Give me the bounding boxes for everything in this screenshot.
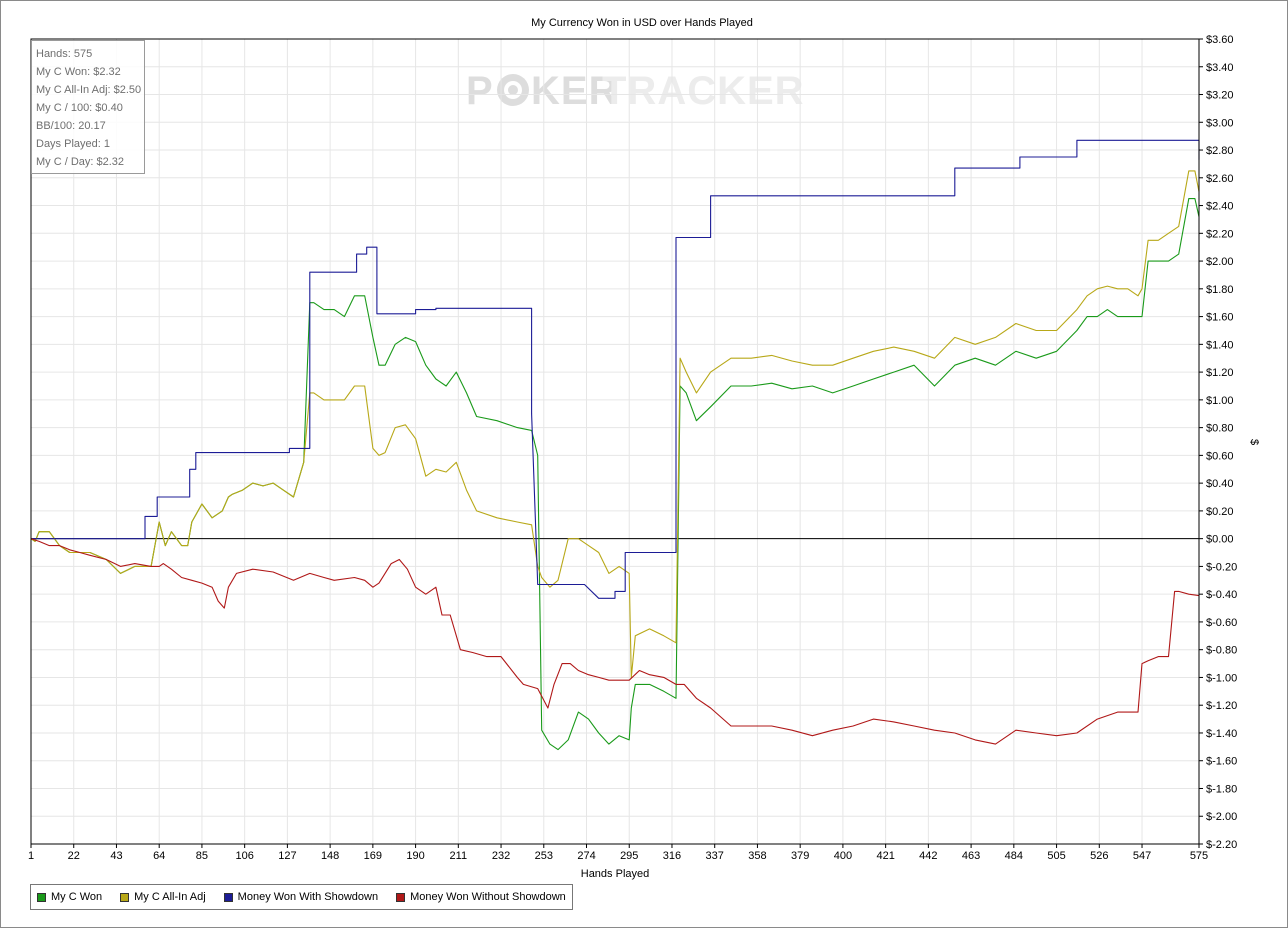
legend-label: Money Won With Showdown: [237, 891, 379, 903]
y-tick-label: $-1.40: [1206, 728, 1237, 740]
y-tick-label: $1.80: [1206, 284, 1234, 296]
y-tick-label: $2.40: [1206, 201, 1234, 213]
y-axis-label: $: [1248, 439, 1260, 445]
stat-hands: Hands: 575: [36, 48, 93, 60]
y-tick-label: $-0.20: [1206, 561, 1237, 573]
y-tick-label: $3.00: [1206, 117, 1234, 129]
y-tick-label: $0.00: [1206, 534, 1234, 546]
legend-item-without-showdown: Money Won Without Showdown: [396, 891, 566, 903]
x-tick-label: 274: [577, 850, 595, 862]
x-tick-label: 358: [748, 850, 766, 862]
y-tick-label: $-1.00: [1206, 672, 1237, 684]
y-tick-label: $1.40: [1206, 339, 1234, 351]
y-tick-label: $1.20: [1206, 367, 1234, 379]
legend: My C Won My C All-In Adj Money Won With …: [30, 884, 573, 910]
y-tick-label: $2.00: [1206, 256, 1234, 268]
x-tick-label: 316: [663, 850, 681, 862]
y-tick-label: $-0.80: [1206, 645, 1237, 657]
legend-item-c-won: My C Won: [37, 891, 102, 903]
y-tick-label: $-0.40: [1206, 589, 1237, 601]
y-tick-label: $-2.20: [1206, 839, 1237, 851]
watermark-text-right: TRACKER: [602, 69, 805, 113]
x-axis-label: Hands Played: [581, 868, 650, 880]
stat-bb-100: BB/100: 20.17: [36, 120, 106, 132]
x-tick-label: 106: [235, 850, 253, 862]
x-tick-label: 232: [492, 850, 510, 862]
legend-label: My C All-In Adj: [134, 891, 206, 903]
legend-item-allin-adj: My C All-In Adj: [120, 891, 206, 903]
x-tick-label: 442: [919, 850, 937, 862]
legend-swatch-icon: [396, 892, 406, 902]
y-axis: $3.60 $3.40 $3.20 $3.00 $2.80 $2.60 $2.40 $2.20…: [1199, 34, 1237, 851]
x-tick-label: 526: [1090, 850, 1108, 862]
x-tick-label: 85: [196, 850, 208, 862]
legend-swatch-icon: [37, 892, 46, 902]
x-tick-label: 295: [620, 850, 638, 862]
y-tick-label: $2.80: [1206, 145, 1234, 157]
y-tick-label: $2.60: [1206, 173, 1234, 185]
y-tick-label: $-0.60: [1206, 617, 1237, 629]
legend-item-with-showdown: Money Won With Showdown: [223, 891, 379, 903]
watermark-text-left: P: [466, 69, 494, 113]
stat-per-day: My C / Day: $2.32: [36, 156, 125, 168]
x-tick-label: 575: [1190, 850, 1208, 862]
x-tick-label: 463: [962, 850, 980, 862]
chart-window: My Currency Won in USD over Hands Played…: [0, 0, 1288, 928]
y-tick-label: $-2.00: [1206, 811, 1237, 823]
y-tick-label: $0.80: [1206, 423, 1234, 435]
x-tick-label: 379: [791, 850, 809, 862]
x-tick-label: 547: [1133, 850, 1151, 862]
y-tick-label: $1.60: [1206, 312, 1234, 324]
y-tick-label: $-1.60: [1206, 756, 1237, 768]
y-tick-label: $2.20: [1206, 228, 1234, 240]
series-line-2: [31, 139, 1200, 599]
x-tick-label: 190: [406, 850, 424, 862]
y-tick-label: $0.60: [1206, 450, 1234, 462]
legend-label: My C Won: [51, 891, 103, 903]
x-tick-label: 505: [1047, 850, 1065, 862]
y-tick-label: $3.60: [1206, 34, 1234, 46]
x-tick-label: 148: [321, 850, 339, 862]
y-tick-label: $-1.80: [1206, 783, 1237, 795]
stats-summary-box: Hands: 575 My C Won: $2.32 My C All-In A…: [31, 40, 145, 174]
chart-canvas: My Currency Won in USD over Hands Played…: [28, 17, 1260, 880]
y-tick-label: $3.20: [1206, 90, 1234, 102]
series-group: [30, 139, 1200, 751]
x-tick-label: 64: [153, 850, 165, 862]
chart-title: My Currency Won in USD over Hands Played: [531, 17, 753, 29]
x-axis: 1 22 43 64 85 106 127 148 169 190 211 232 253 274 295 3…: [28, 844, 1208, 862]
x-tick-label: 337: [706, 850, 724, 862]
x-tick-label: 484: [1005, 850, 1023, 862]
x-tick-label: 127: [278, 850, 296, 862]
poker-chip-icon: [497, 74, 529, 106]
legend-swatch-icon: [223, 892, 233, 902]
x-tick-label: 43: [110, 850, 122, 862]
x-tick-label: 400: [834, 850, 852, 862]
y-tick-label: $0.40: [1206, 478, 1234, 490]
x-tick-label: 169: [364, 850, 382, 862]
x-tick-label: 211: [450, 850, 468, 862]
x-tick-label: 253: [535, 850, 553, 862]
stat-per-100: My C / 100: $0.40: [36, 102, 123, 114]
x-tick-label: 1: [28, 850, 34, 862]
y-tick-label: $0.20: [1206, 506, 1234, 518]
x-tick-label: 22: [68, 850, 80, 862]
y-tick-label: $1.00: [1206, 395, 1234, 407]
x-tick-label: 421: [876, 850, 894, 862]
y-tick-label: $3.40: [1206, 62, 1234, 74]
legend-swatch-icon: [120, 892, 130, 902]
y-tick-label: $-1.20: [1206, 700, 1237, 712]
stat-days-played: Days Played: 1: [36, 138, 110, 150]
series-line-1: [30, 170, 1200, 678]
plot-border: [30, 38, 1200, 845]
legend-label: Money Won Without Showdown: [410, 891, 566, 903]
stat-c-won: My C Won: $2.32: [36, 66, 121, 78]
grid: [30, 38, 1200, 845]
watermark: P KER TRACKER: [466, 69, 805, 113]
stat-allin-adj: My C All-In Adj: $2.50: [36, 84, 142, 96]
series-line-0: [30, 198, 1200, 751]
